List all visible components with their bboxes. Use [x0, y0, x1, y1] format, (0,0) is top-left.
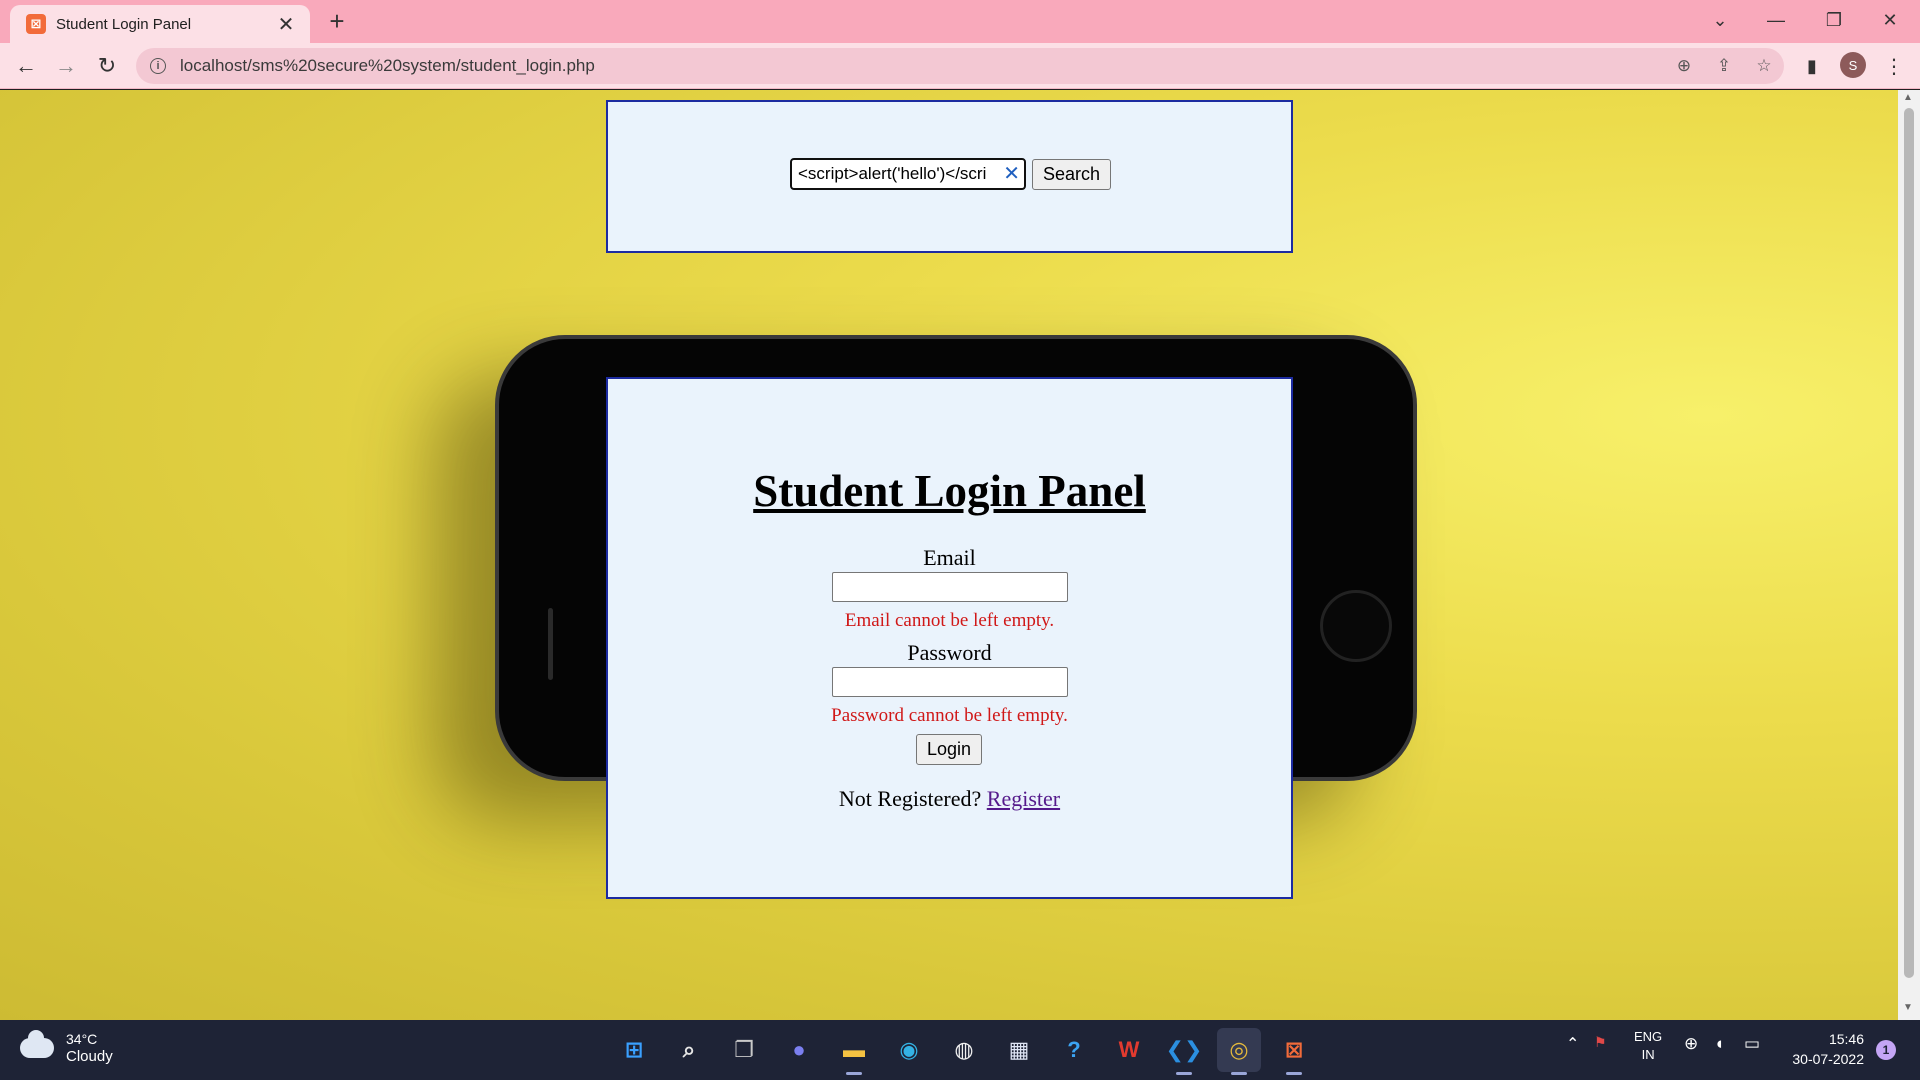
cloud-icon: [20, 1030, 54, 1058]
login-button[interactable]: Login: [916, 734, 983, 765]
windows-taskbar: 34°C Cloudy ⊞ ⌕ ❐ ● ▬ ◉ ◍ ▦ ? W ❮❯ ◎ ⊠ ⌃…: [0, 1020, 1920, 1080]
password-error: Password cannot be left empty.: [831, 705, 1068, 726]
minimize-button[interactable]: —: [1748, 0, 1804, 40]
back-button[interactable]: ←: [10, 50, 42, 82]
address-bar[interactable]: i localhost/sms%20secure%20system/studen…: [136, 48, 1784, 84]
scroll-up-arrow-icon[interactable]: ▲: [1903, 92, 1913, 103]
search-icon[interactable]: ⌕: [667, 1028, 711, 1072]
battery-icon[interactable]: ▭: [1744, 1034, 1760, 1054]
url-text[interactable]: localhost/sms%20secure%20system/student_…: [180, 56, 1664, 76]
github-icon[interactable]: ◍: [942, 1028, 986, 1072]
register-prompt: Not Registered?: [838, 786, 982, 811]
search-panel: ✕ Search: [606, 100, 1293, 253]
weather-widget[interactable]: 34°C Cloudy: [20, 1030, 113, 1066]
xampp-icon[interactable]: ⊠: [1272, 1028, 1316, 1075]
page-title: Student Login Panel: [753, 466, 1146, 516]
scrollbar-thumb[interactable]: [1904, 108, 1914, 978]
restore-button[interactable]: ❐: [1806, 0, 1862, 40]
help-app-icon[interactable]: ?: [1052, 1028, 1096, 1072]
network-globe-icon[interactable]: ⊕: [1684, 1034, 1698, 1054]
close-window-button[interactable]: ✕: [1862, 0, 1918, 40]
phone-side-button: [548, 608, 553, 680]
task-view-icon[interactable]: ❐: [722, 1028, 766, 1072]
search-form: ✕ Search: [790, 158, 1112, 190]
clear-search-icon[interactable]: ✕: [1003, 163, 1020, 185]
close-tab-icon[interactable]: ✕: [274, 12, 298, 37]
info-icon[interactable]: i: [150, 58, 166, 74]
menu-kebab-icon[interactable]: ⋮: [1878, 50, 1910, 82]
page-scrollbar[interactable]: ▲ ▼: [1898, 90, 1920, 1020]
search-button[interactable]: Search: [1032, 158, 1112, 190]
email-label: Email: [923, 545, 976, 570]
email-field[interactable]: [832, 572, 1068, 602]
region-code: IN: [1641, 1047, 1655, 1062]
language-indicator[interactable]: ENG IN: [1634, 1028, 1662, 1064]
show-hidden-icons-chevron-up-icon[interactable]: ⌃: [1566, 1034, 1579, 1054]
register-prompt-line: Not Registered? Register: [608, 786, 1291, 812]
forward-button[interactable]: →: [50, 50, 82, 82]
chrome-icon[interactable]: ◎: [1217, 1028, 1261, 1075]
email-error: Email cannot be left empty.: [844, 610, 1055, 631]
tray-app-icon[interactable]: ⚑: [1594, 1034, 1607, 1051]
vscode-icon[interactable]: ❮❯: [1162, 1028, 1206, 1075]
password-field[interactable]: [832, 667, 1068, 697]
system-clock[interactable]: 15:46 30-07-2022: [1782, 1029, 1864, 1069]
search-input[interactable]: [790, 158, 1026, 190]
teams-chat-icon[interactable]: ●: [777, 1028, 821, 1072]
temperature: 34°C: [66, 1031, 98, 1047]
wps-office-icon[interactable]: W: [1107, 1028, 1151, 1072]
scroll-down-arrow-icon[interactable]: ▼: [1903, 1002, 1913, 1013]
tab-search-chevron-down-icon[interactable]: ⌄: [1692, 0, 1748, 40]
clock-date: 30-07-2022: [1792, 1051, 1864, 1067]
browser-tab[interactable]: ⊠ Student Login Panel ✕: [10, 5, 310, 43]
clock-time: 15:46: [1828, 1031, 1864, 1047]
search-field-wrapper: ✕: [790, 158, 1026, 190]
taskbar-apps: ⊞ ⌕ ❐ ● ▬ ◉ ◍ ▦ ? W ❮❯ ◎ ⊠: [612, 1028, 1327, 1075]
bookmark-star-icon[interactable]: ☆: [1744, 48, 1784, 84]
password-label: Password: [907, 640, 992, 665]
new-tab-button[interactable]: +: [322, 7, 352, 37]
zoom-icon[interactable]: ⊕: [1664, 48, 1704, 84]
browser-tab-strip: ⊠ Student Login Panel ✕ + ⌄ — ❐ ✕: [0, 0, 1920, 43]
volume-muted-icon[interactable]: ◖: [1714, 1034, 1724, 1054]
start-windows-icon[interactable]: ⊞: [612, 1028, 656, 1072]
login-panel: Student Login Panel Email Email cannot b…: [606, 377, 1293, 899]
weather-condition: Cloudy: [66, 1048, 113, 1065]
profile-avatar[interactable]: S: [1840, 52, 1866, 78]
xampp-icon: ⊠: [26, 14, 46, 34]
edge-browser-icon[interactable]: ◉: [887, 1028, 931, 1072]
microsoft-store-icon[interactable]: ▦: [997, 1028, 1041, 1072]
notification-badge[interactable]: 1: [1876, 1040, 1896, 1060]
reload-button[interactable]: ↻: [91, 50, 123, 82]
language-code: ENG: [1634, 1029, 1663, 1044]
side-panel-icon[interactable]: ▮: [1796, 50, 1828, 82]
browser-toolbar: ← → ↻ i localhost/sms%20secure%20system/…: [0, 43, 1920, 89]
phone-home-button: [1320, 590, 1392, 662]
file-explorer-icon[interactable]: ▬: [832, 1028, 876, 1075]
tab-title: Student Login Panel: [56, 15, 192, 33]
register-link[interactable]: Register: [987, 786, 1060, 811]
share-icon[interactable]: ⇪: [1704, 48, 1744, 84]
